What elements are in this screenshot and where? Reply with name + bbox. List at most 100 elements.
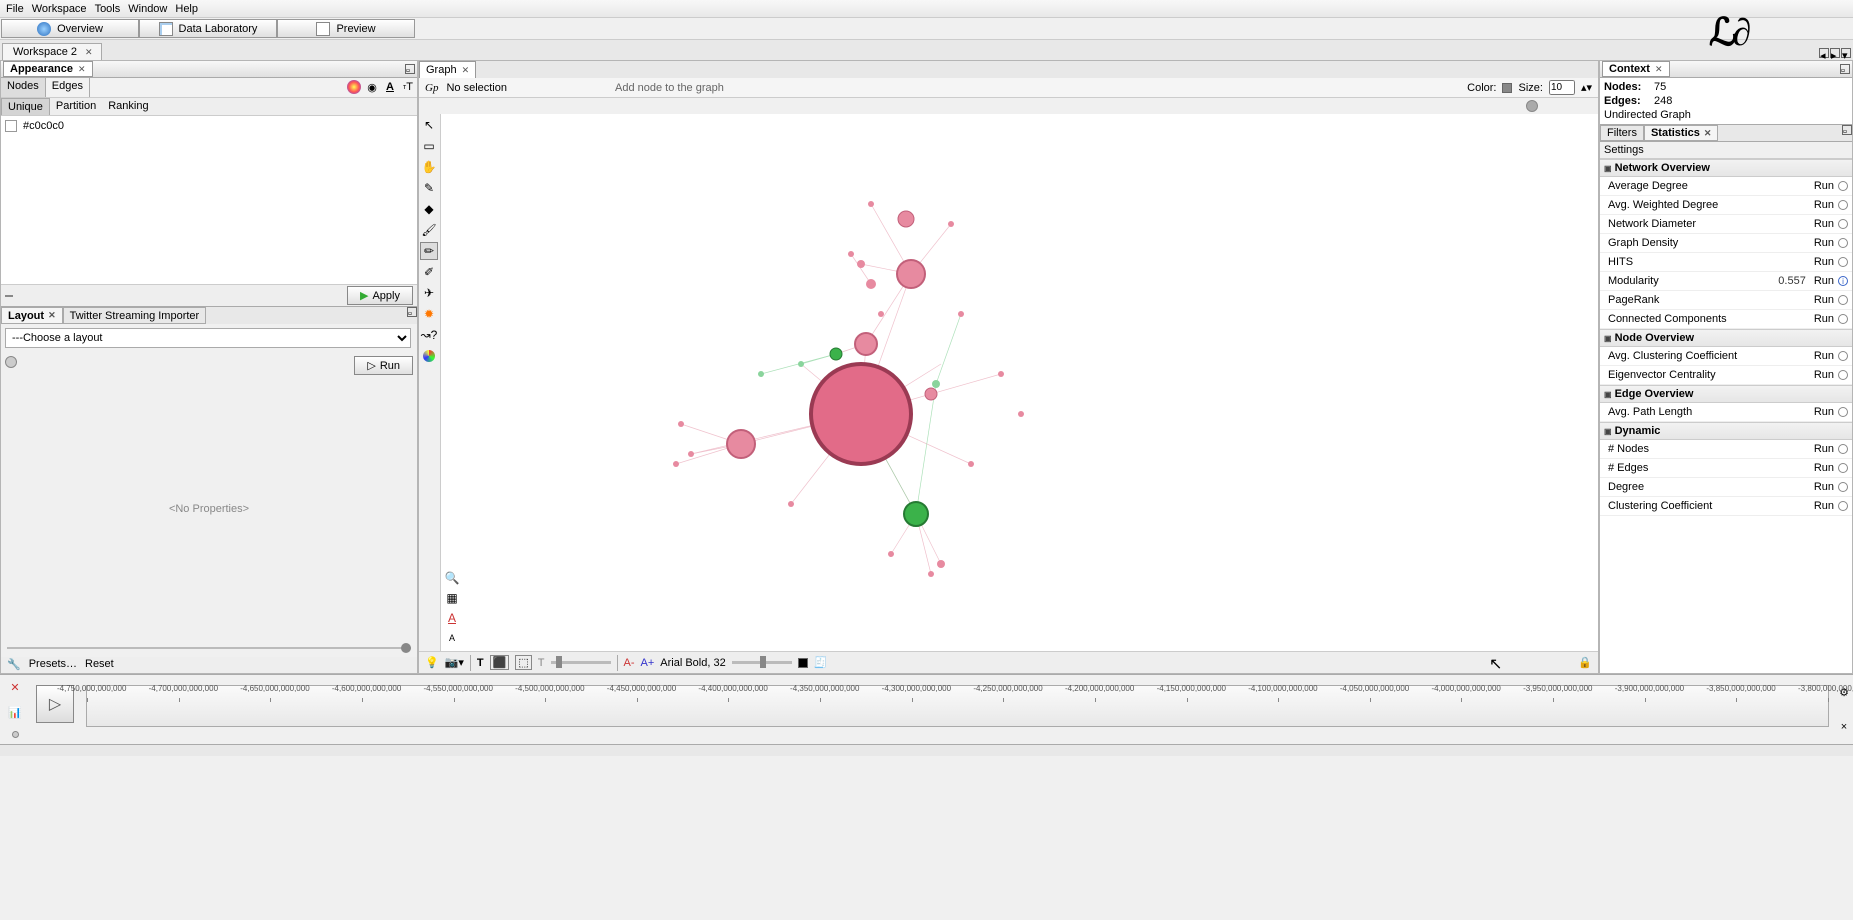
close-icon[interactable]: ✕ [48, 310, 56, 321]
size-mode-icon[interactable]: ◉ [363, 78, 381, 96]
status-dot-icon[interactable] [1838, 501, 1848, 511]
color-picker[interactable] [1502, 83, 1512, 93]
stat-group-header[interactable]: ▣ Node Overview [1600, 329, 1852, 347]
color-swatch-icon[interactable] [5, 120, 17, 132]
slider-knob[interactable] [401, 643, 411, 653]
label-size-icon[interactable]: тT [399, 78, 417, 96]
edge-weight-slider[interactable] [551, 661, 611, 664]
run-link[interactable]: Run [1810, 237, 1838, 249]
run-button[interactable]: ▷ Run [354, 356, 413, 375]
ranking-tab[interactable]: Ranking [102, 98, 154, 115]
unique-tab[interactable]: Unique [1, 98, 50, 115]
stat-group-header[interactable]: ▣ Edge Overview [1600, 385, 1852, 403]
timeline-close-icon[interactable]: ✕ [10, 681, 19, 694]
menu-window[interactable]: Window [128, 3, 167, 15]
presets-link[interactable]: Presets… [29, 658, 77, 672]
layout-slider[interactable] [1, 639, 417, 657]
lock-icon[interactable]: 🔒 [1578, 656, 1592, 669]
run-link[interactable]: Run [1810, 180, 1838, 192]
status-dot-icon[interactable] [1838, 238, 1848, 248]
minimize-icon[interactable]: ▫ [405, 64, 415, 74]
collapse-icon[interactable]: ▣ [1604, 390, 1612, 399]
reset-label-icon[interactable]: A [443, 629, 461, 647]
settings-link[interactable]: Settings [1600, 142, 1852, 159]
run-link[interactable]: Run [1810, 294, 1838, 306]
label-tool-t-icon[interactable]: T [538, 657, 545, 669]
collapse-icon[interactable]: ▣ [1604, 164, 1612, 173]
twitter-importer-tab[interactable]: Twitter Streaming Importer [63, 307, 207, 324]
color-entry[interactable]: #c0c0c0 [5, 120, 413, 132]
context-tab[interactable]: Context ✕ [1602, 61, 1670, 77]
label-color-icon[interactable]: A [381, 78, 399, 96]
status-dot-icon[interactable] [1838, 351, 1848, 361]
layout-tab[interactable]: Layout ✕ [1, 307, 63, 324]
menu-workspace[interactable]: Workspace [32, 3, 87, 15]
minimize-icon[interactable]: ▫ [1840, 64, 1850, 74]
status-dot-icon[interactable] [1838, 407, 1848, 417]
status-dot-icon[interactable] [1838, 295, 1848, 305]
layout-select[interactable]: ---Choose a layout [5, 328, 411, 348]
datalab-tab[interactable]: Data Laboratory [139, 19, 277, 38]
run-link[interactable]: Run [1810, 443, 1838, 455]
heatmap-tool-icon[interactable]: ✹ [420, 305, 438, 323]
appearance-tab[interactable]: Appearance ✕ [3, 61, 93, 77]
color-mode-icon[interactable] [347, 80, 361, 94]
close-icon[interactable]: ✕ [85, 47, 93, 58]
status-dot-icon[interactable] [1838, 219, 1848, 229]
workspace-tab[interactable]: Workspace 2 ✕ [2, 43, 102, 60]
collapse-icon[interactable]: ▣ [1604, 334, 1612, 343]
edge-pencil-tool-icon[interactable]: ✏ [420, 242, 438, 260]
show-edge-labels-icon[interactable]: ⬚ [515, 655, 531, 670]
minimize-icon[interactable]: ▫ [407, 307, 417, 317]
label-color-swatch[interactable] [798, 658, 808, 668]
apply-button[interactable]: ▶ Apply [347, 286, 413, 305]
status-dot-icon[interactable] [1838, 463, 1848, 473]
status-dot-icon[interactable] [1838, 314, 1848, 324]
edges-subtab[interactable]: Edges [46, 78, 90, 97]
path-tool-icon[interactable]: ↝? [420, 326, 438, 344]
overview-tab[interactable]: Overview [1, 19, 139, 38]
brush-tool-icon[interactable]: 🖌 [420, 221, 438, 239]
reset-link[interactable]: Reset [85, 658, 114, 672]
close-icon[interactable]: ✕ [462, 65, 470, 76]
run-link[interactable]: Run [1810, 406, 1838, 418]
graph-canvas[interactable]: 🔍 ▦ A A [441, 114, 1598, 651]
status-dot-icon[interactable] [1838, 200, 1848, 210]
run-link[interactable]: Run [1810, 218, 1838, 230]
run-link[interactable]: Run [1810, 275, 1838, 287]
preview-tab[interactable]: Preview [277, 19, 415, 38]
minimize-icon[interactable]: ▫ [1842, 125, 1852, 135]
run-link[interactable]: Run [1810, 256, 1838, 268]
font-minus-icon[interactable]: A- [624, 657, 635, 669]
timeline-collapse-icon[interactable]: × [1841, 721, 1847, 733]
stat-group-header[interactable]: ▣ Dynamic [1600, 422, 1852, 440]
partition-tab[interactable]: Partition [50, 98, 102, 115]
status-dot-icon[interactable] [1838, 444, 1848, 454]
close-icon[interactable]: ✕ [1655, 64, 1663, 75]
graph-tab[interactable]: Graph ✕ [419, 61, 476, 78]
nodes-subtab[interactable]: Nodes [1, 78, 46, 97]
run-link[interactable]: Run [1810, 481, 1838, 493]
text-tool-icon[interactable]: T [477, 657, 484, 669]
show-node-labels-icon[interactable]: ⬛ [490, 655, 510, 670]
close-icon[interactable]: ✕ [78, 64, 86, 75]
menu-help[interactable]: Help [175, 3, 198, 15]
filters-tab[interactable]: Filters [1600, 125, 1644, 141]
collapse-icon[interactable]: ▣ [1604, 427, 1612, 436]
node-pencil-tool-icon[interactable]: ✐ [420, 263, 438, 281]
airplane-tool-icon[interactable]: ✈ [420, 284, 438, 302]
size-spinner-icon[interactable]: ▴▾ [1581, 81, 1592, 94]
drag-tool-icon[interactable]: ✋ [420, 158, 438, 176]
info-icon[interactable]: i [1838, 276, 1848, 286]
center-icon[interactable]: ▦ [443, 589, 461, 607]
size-input[interactable] [1549, 80, 1575, 95]
menu-file[interactable]: File [6, 3, 24, 15]
status-dot-icon[interactable] [1838, 370, 1848, 380]
status-dot-icon[interactable] [1838, 257, 1848, 267]
screenshot-icon[interactable]: 📷▾ [445, 656, 464, 669]
timeline-ruler[interactable]: -4,750,000,000,000-4,700,000,000,000-4,6… [86, 685, 1829, 727]
label-size-slider[interactable] [732, 661, 792, 664]
timeline-chart-icon[interactable]: 📊 [8, 706, 22, 719]
lightbulb-icon[interactable]: 💡 [425, 656, 439, 669]
run-link[interactable]: Run [1810, 500, 1838, 512]
